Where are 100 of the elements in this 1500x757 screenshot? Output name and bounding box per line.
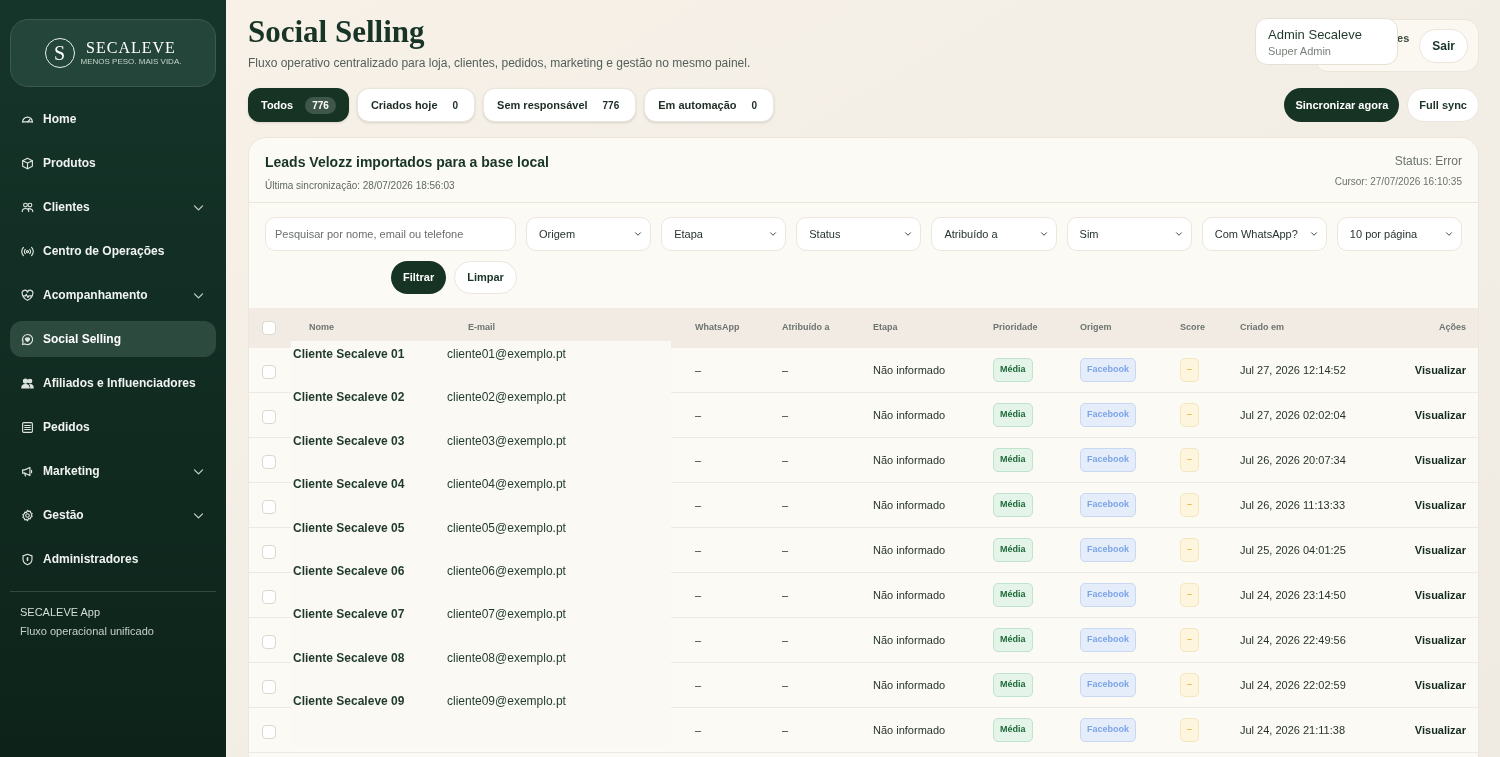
table-cell: – <box>782 543 789 556</box>
table-cell: – <box>695 363 702 376</box>
score-tag: – <box>1180 448 1199 472</box>
row-checkbox[interactable] <box>262 590 276 604</box>
row-checkbox[interactable] <box>262 680 276 694</box>
sync-button[interactable]: Sincronizar agora <box>1284 88 1400 122</box>
filter-tab[interactable]: Criados hoje 0 <box>356 88 476 122</box>
table-cell: Jul 26, 2026 11:13:33 <box>1240 498 1345 511</box>
select-all-checkbox[interactable] <box>262 321 276 335</box>
last-sync-text: Última sincronização: 28/07/2026 18:56:03 <box>265 178 456 193</box>
filter-tab[interactable]: Em automação 0 <box>644 88 775 122</box>
view-link[interactable]: Visualizar <box>1414 723 1466 736</box>
client-name: Cliente Secaleve 07 <box>292 606 406 624</box>
row-checkbox[interactable] <box>262 725 276 739</box>
select-field[interactable]: Etapa <box>661 217 787 251</box>
row-checkbox[interactable] <box>262 500 276 514</box>
filter-button[interactable]: Limpar <box>454 261 517 294</box>
broadcast-icon <box>21 244 34 258</box>
sidebar-item[interactable]: Centro de Operações <box>10 233 216 269</box>
table-cell: Jul 27, 2026 02:02:04 <box>1240 408 1346 421</box>
row-checkbox[interactable] <box>262 545 276 559</box>
table-cell: Não informado <box>873 453 946 466</box>
sync-button[interactable]: Full sync <box>1407 88 1479 122</box>
tab-count: 0 <box>451 98 460 113</box>
score-tag: – <box>1180 718 1199 742</box>
view-link[interactable]: Visualizar <box>1414 408 1466 421</box>
table-cell: Jul 24, 2026 23:14:50 <box>1240 588 1346 601</box>
origin-tag: Facebook <box>1080 718 1136 742</box>
score-tag: – <box>1180 673 1199 697</box>
select-field[interactable]: Atribuído a <box>931 217 1057 251</box>
megaphone-icon <box>21 464 34 478</box>
search-field[interactable]: Pesquisar por nome, email ou telefone <box>265 217 516 251</box>
view-link[interactable]: Visualizar <box>1414 678 1466 691</box>
client-email: cliente06@exemplo.pt <box>447 563 566 580</box>
sidebar-item[interactable]: Pedidos <box>10 409 216 445</box>
sidebar-item[interactable]: Clientes <box>10 189 216 225</box>
row-checkbox[interactable] <box>262 455 276 469</box>
sidebar-item[interactable]: Marketing <box>10 453 216 489</box>
table-cell: – <box>782 453 789 466</box>
row-checkbox[interactable] <box>262 410 276 424</box>
user-role: Super Admin <box>1268 44 1332 58</box>
table-cell: – <box>782 723 789 736</box>
view-link[interactable]: Visualizar <box>1414 588 1466 601</box>
tab-count: 776 <box>601 98 621 113</box>
sidebar-item[interactable]: Afiliados e Influenciadores <box>10 365 216 401</box>
origin-tag: Facebook <box>1080 628 1136 652</box>
table-cell: Jul 27, 2026 12:14:52 <box>1240 363 1346 376</box>
logo-name: SECALEVE <box>86 39 176 57</box>
view-link[interactable]: Visualizar <box>1414 543 1466 556</box>
score-tag: – <box>1180 403 1199 427</box>
view-link[interactable]: Visualizar <box>1414 633 1466 646</box>
client-email: cliente05@exemplo.pt <box>447 519 566 537</box>
filter-button[interactable]: Filtrar <box>391 261 447 294</box>
priority-tag: Média <box>993 673 1033 697</box>
sync-cursor: Cursor: 27/07/2026 16:10:35 <box>1334 175 1462 189</box>
row-checkbox[interactable] <box>262 635 276 649</box>
filter-tab[interactable]: Sem responsável 776 <box>483 88 637 122</box>
sync-status: Status: Error <box>1393 153 1462 170</box>
view-link[interactable]: Visualizar <box>1414 363 1466 376</box>
column-header: Nome <box>309 322 334 333</box>
select-field[interactable]: Origem <box>526 217 652 251</box>
sidebar-item[interactable]: Home <box>10 101 216 137</box>
priority-tag: Média <box>993 448 1033 472</box>
table-cell: – <box>782 408 789 421</box>
select-field[interactable]: Sim <box>1066 217 1192 251</box>
table-cell: – <box>695 453 702 466</box>
table-cell: Jul 24, 2026 22:02:59 <box>1240 678 1346 691</box>
table-cell: Não informado <box>873 498 946 511</box>
select-field[interactable]: 10 por página <box>1336 217 1462 251</box>
chevron-down-icon <box>633 229 644 239</box>
app-subtitle: Fluxo operacional unificado <box>20 623 155 639</box>
chevron-down-icon <box>1038 229 1049 239</box>
view-link[interactable]: Visualizar <box>1414 498 1466 511</box>
sidebar-item[interactable]: Produtos <box>10 145 216 181</box>
table-cell: Não informado <box>873 363 946 376</box>
logout-button[interactable]: Sair <box>1419 28 1468 63</box>
table-cell: – <box>695 723 702 736</box>
table-cell: – <box>782 678 789 691</box>
sidebar-item[interactable]: Administradores <box>10 541 216 577</box>
table-cell: Não informado <box>873 723 946 736</box>
client-name: Cliente Secaleve 01 <box>292 346 406 363</box>
sidebar-item[interactable]: Acompanhamento <box>10 277 216 313</box>
table-cell: Jul 25, 2026 04:01:25 <box>1240 543 1346 556</box>
priority-tag: Média <box>993 493 1033 517</box>
chevron-down-icon <box>903 229 914 239</box>
heart-pulse-icon <box>21 288 34 302</box>
priority-tag: Média <box>993 718 1033 742</box>
filter-tab[interactable]: Todos 776 <box>248 88 349 122</box>
table-cell: Jul 24, 2026 22:49:56 <box>1240 633 1346 646</box>
user-name: Admin Secaleve <box>1268 27 1363 43</box>
priority-tag: Média <box>993 403 1033 427</box>
score-tag: – <box>1180 358 1199 382</box>
select-field[interactable]: Com WhatsApp? <box>1201 217 1327 251</box>
table-cell: – <box>782 633 789 646</box>
sidebar-item[interactable]: Gestão <box>10 497 216 533</box>
select-field[interactable]: Status <box>796 217 922 251</box>
sidebar-item[interactable]: Social Selling <box>10 321 216 357</box>
row-checkbox[interactable] <box>262 365 276 379</box>
list-icon <box>21 420 34 434</box>
view-link[interactable]: Visualizar <box>1414 453 1466 466</box>
